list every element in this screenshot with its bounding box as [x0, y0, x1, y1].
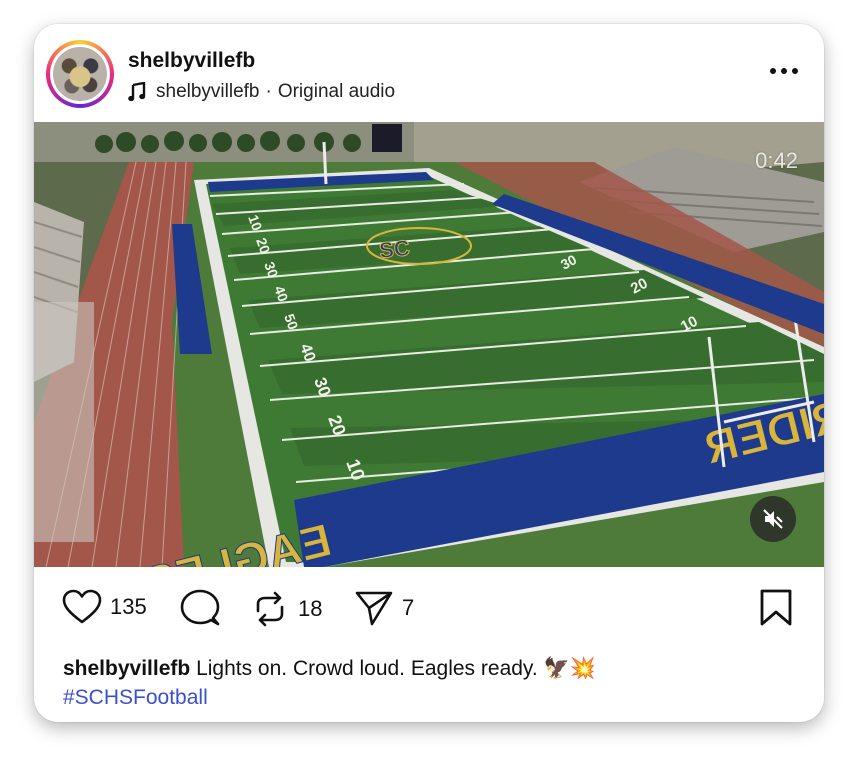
post-header: shelbyvillefb shelbyvillefb · Original a… — [34, 24, 824, 122]
username[interactable]: shelbyvillefb — [128, 49, 255, 73]
audio-username: shelbyvillefb — [156, 81, 260, 102]
profile-avatar[interactable] — [46, 40, 114, 108]
comment-button[interactable] — [180, 589, 220, 627]
share-button[interactable]: 7 — [354, 589, 414, 627]
post-card: shelbyvillefb shelbyvillefb · Original a… — [34, 24, 824, 722]
audio-label: Original audio — [277, 81, 396, 102]
like-button[interactable]: 135 — [62, 589, 147, 625]
repost-button[interactable]: 18 — [250, 589, 322, 629]
video-timer: 0:42 — [755, 148, 798, 173]
repost-arrows-icon — [256, 591, 284, 627]
avatar-image — [53, 47, 107, 101]
action-bar: 135 18 7 — [34, 567, 824, 647]
stadium-video-frame: 10 20 30 40 50 40 30 20 10 20 10 30 SC E… — [34, 122, 824, 567]
music-note-icon — [128, 82, 146, 102]
audio-separator: · — [265, 81, 272, 102]
post-caption: shelbyvillefb Lights on. Crowd loud. Eag… — [63, 654, 793, 712]
mute-button[interactable] — [750, 496, 796, 542]
svg-text:SC: SC — [378, 235, 411, 263]
paper-plane-icon — [355, 591, 393, 626]
caption-text: Lights on. Crowd loud. Eagles ready. 🦅💥 — [196, 657, 596, 680]
save-button[interactable] — [759, 589, 793, 627]
like-count: 135 — [110, 594, 147, 619]
caption-username[interactable]: shelbyvillefb — [63, 657, 190, 680]
comment-bubble-icon — [180, 589, 220, 626]
speaker-muted-icon — [763, 509, 783, 529]
share-count: 7 — [402, 595, 415, 620]
repost-count: 18 — [298, 596, 323, 621]
more-horizontal-icon[interactable] — [768, 66, 800, 76]
hashtag-link[interactable]: #SCHSFootball — [63, 686, 208, 709]
audio-row[interactable]: shelbyvillefb · Original audio — [128, 80, 395, 104]
heart-icon — [62, 589, 102, 624]
video-player[interactable]: 10 20 30 40 50 40 30 20 10 20 10 30 SC E… — [34, 122, 824, 567]
bookmark-icon — [760, 589, 792, 626]
